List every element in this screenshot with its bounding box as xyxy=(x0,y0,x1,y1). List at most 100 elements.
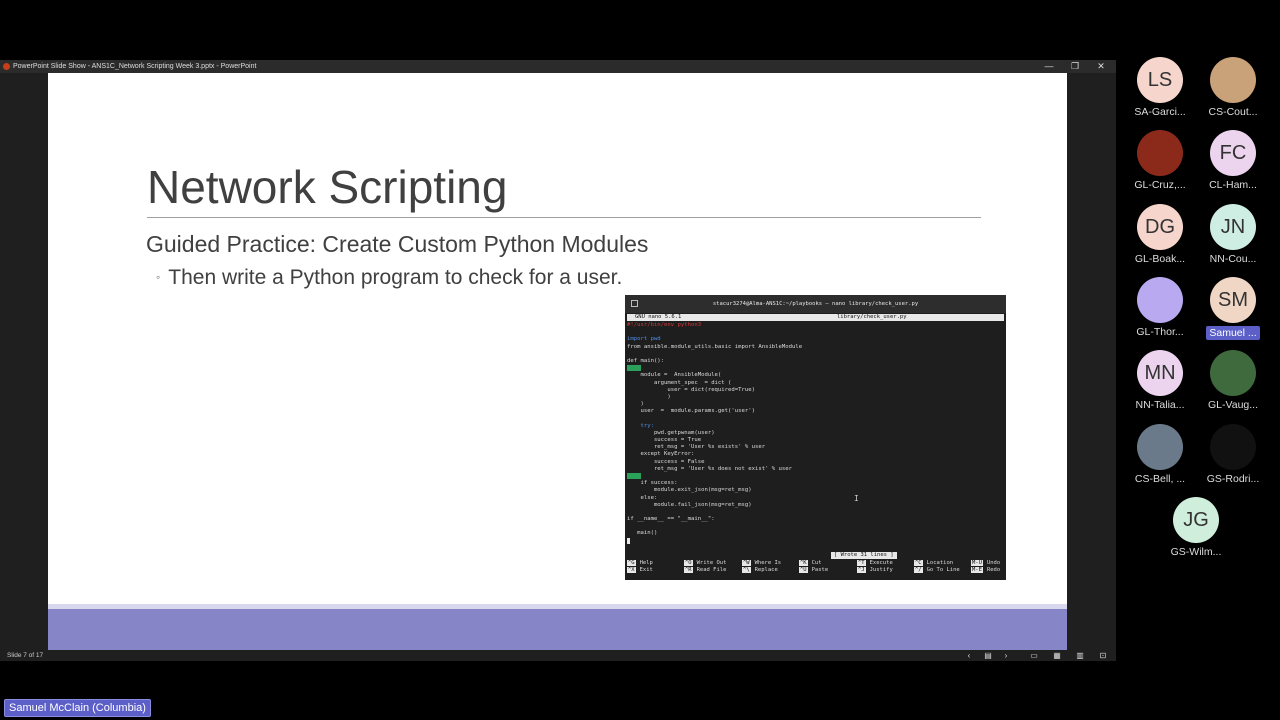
participant-avatar xyxy=(1137,277,1183,323)
code-line: ) xyxy=(627,401,644,408)
nano-shortcut: ^T Execute xyxy=(857,560,893,567)
shortcut-key: ^G xyxy=(627,560,636,566)
nano-shortcut: ^R Read File xyxy=(684,567,726,574)
minimize-button[interactable]: — xyxy=(1036,60,1062,73)
code-line: module = AnsibleModule( xyxy=(627,372,722,379)
ibeam-cursor-icon: I xyxy=(854,494,859,503)
code-line: import pwd xyxy=(627,336,661,343)
code-line: success = True xyxy=(627,437,702,443)
bullet-text: Then write a Python program to check for… xyxy=(168,266,623,289)
shortcut-label: Replace xyxy=(754,567,778,573)
restore-button[interactable]: ❐ xyxy=(1062,60,1088,73)
participant-name: GS-Rodri... xyxy=(1206,473,1260,485)
participant-name: Samuel ... xyxy=(1206,326,1260,340)
participant-tile[interactable]: MN NN-Talia... xyxy=(1125,350,1195,411)
title-divider xyxy=(147,217,981,218)
whitespace-highlight xyxy=(627,472,641,479)
shortcut-key: ^U xyxy=(799,567,808,573)
participant-tile[interactable]: JN NN-Cou... xyxy=(1198,204,1268,265)
code-line: from ansible.module_utils.basic import A… xyxy=(627,343,803,350)
shortcut-key: ^K xyxy=(799,560,808,566)
shortcut-label: Paste xyxy=(811,567,829,573)
participant-tile[interactable]: DG GL-Boak... xyxy=(1125,204,1195,265)
powerpoint-window: PowerPoint Slide Show - ANS1C_Network Sc… xyxy=(0,60,1116,661)
shortcut-label: Justify xyxy=(869,567,893,573)
code-line: user = dict(required=True) xyxy=(627,386,755,393)
participant-tile[interactable]: GL-Cruz,... xyxy=(1125,130,1195,191)
nano-shortcut: ^J Justify xyxy=(857,567,893,574)
participant-name: GL-Boak... xyxy=(1134,253,1186,265)
shortcut-label: Exit xyxy=(639,567,653,573)
shortcut-label: Help xyxy=(639,560,653,566)
code-line: module.exit_json(msg=ret_msg) xyxy=(627,487,752,494)
nano-filename: library/check_user.py xyxy=(837,314,907,320)
participant-tile[interactable]: GL-Vaug... xyxy=(1198,350,1268,411)
shortcut-label: Write Out xyxy=(696,560,727,566)
participant-tile[interactable]: CS-Bell, ... xyxy=(1125,424,1195,485)
nano-shortcut: M-U Undo xyxy=(971,560,1000,567)
participant-tile[interactable]: CS-Cout... xyxy=(1198,57,1268,118)
terminal-screenshot: stacur3274@Alma-ANS1C:~/playbooks — nano… xyxy=(625,295,1006,580)
shortcut-key: ^R xyxy=(684,567,693,573)
participant-tile[interactable]: SM Samuel ... xyxy=(1198,277,1268,340)
whitespace-highlight xyxy=(627,365,641,372)
nano-shortcut: ^/Go To Line xyxy=(914,567,960,574)
participant-tile[interactable]: GS-Rodri... xyxy=(1198,424,1268,485)
window-title: PowerPoint Slide Show - ANS1C_Network Sc… xyxy=(13,63,257,70)
participant-avatar: SM xyxy=(1210,277,1256,323)
reading-view-icon[interactable]: ▥ xyxy=(1073,650,1087,661)
code-line: if success: xyxy=(627,480,678,487)
participant-avatar: LS xyxy=(1137,57,1183,103)
participant-avatar xyxy=(1210,424,1256,470)
code-line xyxy=(627,537,1004,545)
previous-slide-icon[interactable]: ‹ xyxy=(962,650,976,661)
participant-name: GL-Vaug... xyxy=(1208,399,1258,411)
slide-heading: Guided Practice: Create Custom Python Mo… xyxy=(146,231,649,257)
nano-shortcut: M-E Redo xyxy=(971,567,1000,574)
shortcut-label: Cut xyxy=(811,560,822,566)
nano-shortcut: ^G Help xyxy=(627,560,653,567)
participant-avatar: JN xyxy=(1210,204,1256,250)
shortcut-key: ^\ xyxy=(742,567,751,573)
participant-avatar: JG xyxy=(1173,497,1219,543)
slide-navigator-icon[interactable]: ▤ xyxy=(981,650,995,661)
slide-sorter-icon[interactable]: ▦ xyxy=(1050,650,1064,661)
shortcut-label: Location xyxy=(926,560,954,566)
participant-tile[interactable]: LS SA-Garci... xyxy=(1125,57,1195,118)
shortcut-label: Execute xyxy=(869,560,893,566)
participant-name: GL-Thor... xyxy=(1136,326,1184,338)
active-speaker-label: Samuel McClain (Columbia) xyxy=(4,699,151,717)
nano-shortcut: ^W Where Is xyxy=(742,560,781,567)
close-button[interactable]: ✕ xyxy=(1088,60,1114,73)
nano-shortcut: ^O Write Out xyxy=(684,560,726,567)
nano-shortcut: ^X Exit xyxy=(627,567,653,574)
participant-avatar: FC xyxy=(1210,130,1256,176)
slide-title: Network Scripting xyxy=(147,161,508,213)
participant-name: GS-Wilm... xyxy=(1170,546,1222,558)
participant-tile[interactable]: JG GS-Wilm... xyxy=(1161,497,1231,558)
code-line: success = False xyxy=(627,458,705,465)
code-line: try: xyxy=(627,422,654,429)
code-line xyxy=(627,472,1004,480)
participant-name: NN-Cou... xyxy=(1209,253,1257,265)
shortcut-key: ^X xyxy=(627,567,636,573)
slide-canvas: Network Scripting Guided Practice: Creat… xyxy=(48,73,1067,650)
normal-view-icon[interactable]: ▭ xyxy=(1027,650,1041,661)
shortcut-key: ^C xyxy=(914,560,923,566)
participant-name: GL-Cruz,... xyxy=(1134,179,1186,191)
participant-name: SA-Garci... xyxy=(1134,106,1186,118)
nano-status-message: [ Wrote 31 lines ] xyxy=(831,552,897,559)
code-line: if __name__ == "__main__": xyxy=(627,516,715,523)
participant-tile[interactable]: GL-Thor... xyxy=(1125,277,1195,338)
slideshow-icon[interactable]: ⊡ xyxy=(1096,650,1110,661)
shortcut-label: Go To Line xyxy=(926,567,960,573)
participant-tile[interactable]: FC CL-Ham... xyxy=(1198,130,1268,191)
participant-avatar xyxy=(1210,350,1256,396)
next-slide-icon[interactable]: › xyxy=(999,650,1013,661)
shortcut-key: M-U xyxy=(971,560,983,566)
